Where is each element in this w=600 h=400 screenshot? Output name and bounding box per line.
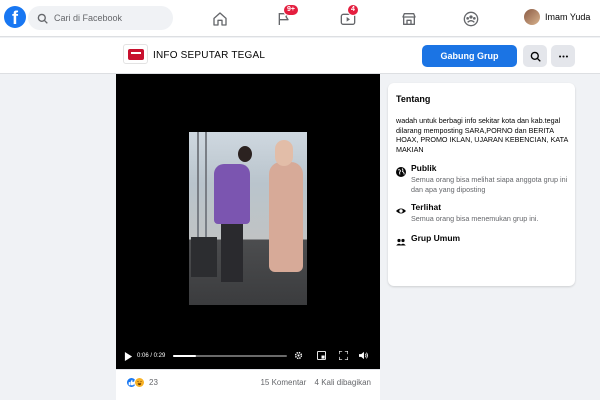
- about-card: Tentang wadah untuk berbagi info sekitar…: [388, 83, 575, 286]
- groups-icon: [463, 11, 479, 27]
- post-card: 0:06 / 0:29 23 15 Komentar 4 Kali dibagi…: [116, 74, 380, 400]
- search-icon: [37, 13, 48, 24]
- video-time: 0:06 / 0:29: [137, 353, 166, 359]
- people-icon: [396, 238, 406, 246]
- group-avatar[interactable]: [123, 44, 148, 64]
- group-type-row: Grup Umum: [396, 233, 567, 246]
- notification-badge: 4: [347, 4, 359, 16]
- pip-icon: [317, 351, 326, 360]
- volume-button[interactable]: [359, 351, 368, 360]
- user-name: Imam Yuda: [545, 12, 591, 22]
- general-group-title: Grup Umum: [411, 233, 461, 243]
- description-line: dilarang memposting SARA,PORNO dan BERIT…: [396, 125, 568, 154]
- search-box[interactable]: [28, 6, 173, 30]
- pages-nav-button[interactable]: 9+: [273, 4, 299, 30]
- profile-button[interactable]: Imam Yuda: [524, 9, 590, 25]
- play-icon: [124, 351, 133, 361]
- haha-reaction-icon: [134, 377, 145, 388]
- about-title: Tentang: [396, 94, 431, 104]
- post-stats: 15 Komentar 4 Kali dibagikan: [254, 378, 371, 387]
- gear-icon: [294, 351, 303, 360]
- group-description: wadah untuk berbagi info sekitar kota da…: [396, 116, 568, 154]
- watch-nav-button[interactable]: 4: [337, 4, 359, 30]
- video-controls: 0:06 / 0:29: [116, 347, 380, 365]
- notification-badge: 9+: [283, 4, 299, 16]
- video-progress-bar[interactable]: [173, 355, 287, 357]
- facebook-logo[interactable]: f: [4, 6, 26, 28]
- public-description: Semua orang bisa melihat siapa anggota g…: [411, 175, 568, 194]
- marketplace-icon: [402, 13, 416, 25]
- video-progress-fill: [173, 355, 196, 357]
- avatar: [524, 9, 540, 25]
- visible-description: Semua orang bisa menemukan grup ini.: [411, 214, 539, 223]
- settings-button[interactable]: [294, 351, 303, 360]
- video-frame: [189, 132, 307, 305]
- home-nav-button[interactable]: [209, 8, 231, 30]
- marketplace-nav-button[interactable]: [398, 8, 420, 30]
- reaction-count: 23: [149, 378, 158, 387]
- play-button[interactable]: [124, 351, 133, 361]
- comment-count-link[interactable]: 15 Komentar: [260, 378, 306, 387]
- visible-title: Terlihat: [411, 202, 442, 212]
- globe-icon: [396, 167, 406, 177]
- group-name[interactable]: INFO SEPUTAR TEGAL: [153, 50, 265, 61]
- group-logo-icon: [127, 48, 144, 60]
- home-icon: [213, 12, 227, 26]
- volume-icon: [359, 351, 368, 360]
- eye-icon: [396, 208, 406, 214]
- public-title: Publik: [411, 163, 437, 173]
- top-navigation-bar: f 9+ 4 Imam Yuda: [0, 0, 600, 37]
- video-player[interactable]: 0:06 / 0:29: [116, 74, 380, 369]
- laughing-face-icon: [137, 381, 142, 386]
- fullscreen-button[interactable]: [339, 351, 348, 360]
- description-line: wadah untuk berbagi info sekitar kota da…: [396, 116, 561, 125]
- groups-nav-button[interactable]: [460, 8, 482, 30]
- reactions-summary[interactable]: 23: [126, 377, 158, 388]
- privacy-public-row: Publik Semua orang bisa melihat siapa an…: [396, 163, 567, 195]
- more-options-button[interactable]: [551, 45, 575, 67]
- search-icon: [530, 51, 541, 62]
- visibility-row: Terlihat Semua orang bisa menemukan grup…: [396, 202, 567, 224]
- join-group-button[interactable]: Gabung Grup: [422, 45, 517, 67]
- more-icon: [558, 54, 568, 58]
- search-input[interactable]: [54, 13, 164, 23]
- post-footer: 23 15 Komentar 4 Kali dibagikan: [116, 369, 380, 400]
- group-search-button[interactable]: [523, 45, 547, 67]
- fullscreen-icon: [339, 351, 348, 360]
- picture-in-picture-button[interactable]: [317, 351, 326, 360]
- share-count-link[interactable]: 4 Kali dibagikan: [315, 378, 371, 387]
